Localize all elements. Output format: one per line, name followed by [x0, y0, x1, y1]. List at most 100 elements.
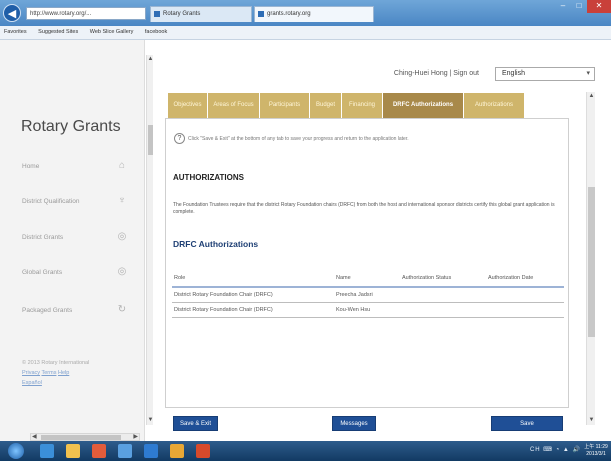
tab-areas-of-focus[interactable]: Areas of Focus	[208, 93, 259, 118]
drfc-title: DRFC Authorizations	[173, 239, 259, 249]
powerpoint-icon[interactable]	[196, 444, 210, 458]
scroll-up-icon[interactable]: ▲	[587, 92, 596, 101]
page-scrollbar[interactable]: ▲ ▼	[586, 92, 595, 425]
tab-budget[interactable]: Budget	[310, 93, 341, 118]
table-cell: District Rotary Foundation Chair (DRFC)	[172, 287, 334, 303]
scrollbar-thumb[interactable]	[41, 435, 121, 440]
table-row: District Rotary Foundation Chair (DRFC) …	[172, 287, 564, 303]
language-select[interactable]: English ▾	[495, 67, 595, 81]
user-signout[interactable]: Ching-Huei Hong | Sign out	[394, 70, 479, 77]
favorite-link[interactable]: Favorites	[4, 29, 27, 35]
sidebar-item-global-grants[interactable]: Global Grants ◎	[22, 266, 132, 280]
sidebar-item-label: District Grants	[22, 234, 64, 241]
folder-icon[interactable]	[66, 444, 80, 458]
privacy-link[interactable]: Privacy	[22, 370, 40, 376]
table-header-row: Role Name Authorization Status Authoriza…	[172, 269, 564, 288]
tab-authorizations[interactable]: Authorizations	[464, 93, 524, 118]
save-button[interactable]: Save	[491, 416, 563, 431]
favicon-icon	[258, 11, 264, 17]
browser-tab-label: grants.rotary.org	[267, 11, 311, 17]
app-icon[interactable]	[170, 444, 184, 458]
table-cell	[486, 302, 564, 318]
minimize-icon[interactable]: –	[555, 0, 571, 13]
sidebar-item-label: Home	[22, 163, 40, 170]
cycle-icon: ↻	[117, 304, 127, 315]
help-icon[interactable]: ?	[174, 133, 185, 144]
tab-financing[interactable]: Financing	[342, 93, 382, 118]
scroll-down-icon[interactable]: ▼	[587, 416, 596, 425]
messages-button[interactable]: Messages	[332, 416, 376, 431]
chevron-down-icon: ▾	[586, 70, 590, 77]
column-header: Role	[172, 269, 334, 288]
sidebar: Rotary Grants Home ⌂ District Qualificat…	[0, 40, 145, 441]
table-cell	[400, 302, 486, 318]
sidebar-item-label: Global Grants	[22, 269, 63, 276]
sidebar-scrollbar[interactable]: ▲ ▼	[146, 55, 153, 425]
column-header: Authorization Status	[400, 269, 486, 288]
system-tray[interactable]: CH ⌨ ◔ ▲ 🔊	[530, 446, 581, 453]
help-link[interactable]: Help	[58, 370, 69, 376]
tab-drfc-authorizations[interactable]: DRFC Authorizations	[383, 93, 463, 118]
browser-tab-rotary-grants[interactable]: Rotary Grants	[150, 6, 252, 22]
word-icon[interactable]	[144, 444, 158, 458]
address-bar[interactable]: http://www.rotary.org/...	[26, 7, 146, 20]
favorite-link[interactable]: Suggested Sites	[38, 29, 78, 35]
tab-objectives[interactable]: Objectives	[168, 93, 207, 118]
terms-link[interactable]: Terms	[41, 370, 56, 376]
home-icon: ⌂	[118, 160, 126, 171]
sidebar-item-home[interactable]: Home ⌂	[22, 160, 132, 174]
drfc-table: Role Name Authorization Status Authoriza…	[172, 269, 564, 318]
media-icon[interactable]	[92, 444, 106, 458]
scroll-up-icon[interactable]: ▲	[147, 55, 154, 64]
table-cell	[400, 287, 486, 303]
table-cell: District Rotary Foundation Chair (DRFC)	[172, 302, 334, 318]
clock-date: 2013/3/1	[586, 451, 606, 457]
back-button[interactable]: ◀	[3, 4, 21, 22]
maximize-icon[interactable]: □	[571, 0, 587, 13]
clock[interactable]: 上午 11:29 2013/3/1	[584, 444, 608, 458]
content-panel: ? Click "Save & Exit" at the bottom of an…	[165, 118, 569, 408]
save-exit-button[interactable]: Save & Exit	[173, 416, 218, 431]
top-bar: Ching-Huei Hong | Sign out English ▾	[155, 60, 605, 90]
language-value: English	[502, 70, 525, 77]
sidebar-horizontal-scrollbar[interactable]: ◀ ▶	[30, 433, 140, 441]
ie-icon[interactable]	[40, 444, 54, 458]
clock-time: 上午 11:29	[584, 444, 608, 450]
sidebar-item-label: Packaged Grants	[22, 307, 73, 314]
favorite-link[interactable]: facebook	[145, 29, 167, 35]
language-link[interactable]: Español	[22, 380, 42, 386]
sidebar-item-label: District Qualification	[22, 198, 80, 205]
trophy-icon: ♆	[118, 195, 126, 206]
scrollbar-thumb[interactable]	[588, 187, 595, 337]
window-controls: – □ ✕	[555, 0, 611, 13]
browser-tab-label: Rotary Grants	[163, 11, 201, 17]
scroll-right-icon[interactable]: ▶	[133, 433, 138, 440]
sidebar-item-district-qualification[interactable]: District Qualification ♆	[22, 195, 132, 209]
table-cell	[486, 287, 564, 303]
table-cell: Kou-Wen Hsu	[334, 302, 400, 318]
column-header: Name	[334, 269, 400, 288]
favorite-link[interactable]: Web Slice Gallery	[90, 29, 134, 35]
hint-message: Click "Save & Exit" at the bottom of any…	[188, 135, 409, 142]
close-icon[interactable]: ✕	[587, 0, 611, 13]
column-header: Authorization Date	[486, 269, 564, 288]
scrollbar-thumb[interactable]	[148, 125, 153, 155]
sidebar-item-district-grants[interactable]: District Grants ◎	[22, 231, 132, 245]
tab-participants[interactable]: Participants	[260, 93, 309, 118]
browser-icon[interactable]	[118, 444, 132, 458]
sidebar-item-packaged-grants[interactable]: Packaged Grants ↻	[22, 304, 132, 318]
scroll-left-icon[interactable]: ◀	[32, 433, 37, 440]
favorites-bar: Favorites Suggested Sites Web Slice Gall…	[0, 26, 611, 40]
browser-tab-grants-site[interactable]: grants.rotary.org	[254, 6, 374, 22]
taskbar: CH ⌨ ◔ ▲ 🔊 上午 11:29 2013/3/1	[0, 441, 611, 461]
brand-title: Rotary Grants	[21, 118, 121, 135]
globe-icon: ◎	[117, 231, 127, 242]
wizard-tabs: Objectives Areas of Focus Participants B…	[168, 93, 560, 118]
sidebar-footer: © 2013 Rotary International Privacy Term…	[22, 358, 89, 388]
start-button[interactable]	[8, 443, 24, 459]
section-description: The Foundation Trustees require that the…	[173, 202, 555, 215]
scroll-down-icon[interactable]: ▼	[147, 416, 154, 425]
copyright-text: © 2013 Rotary International	[22, 360, 90, 366]
section-title: AUTHORIZATIONS	[173, 173, 244, 182]
globe-icon: ◎	[117, 266, 127, 277]
